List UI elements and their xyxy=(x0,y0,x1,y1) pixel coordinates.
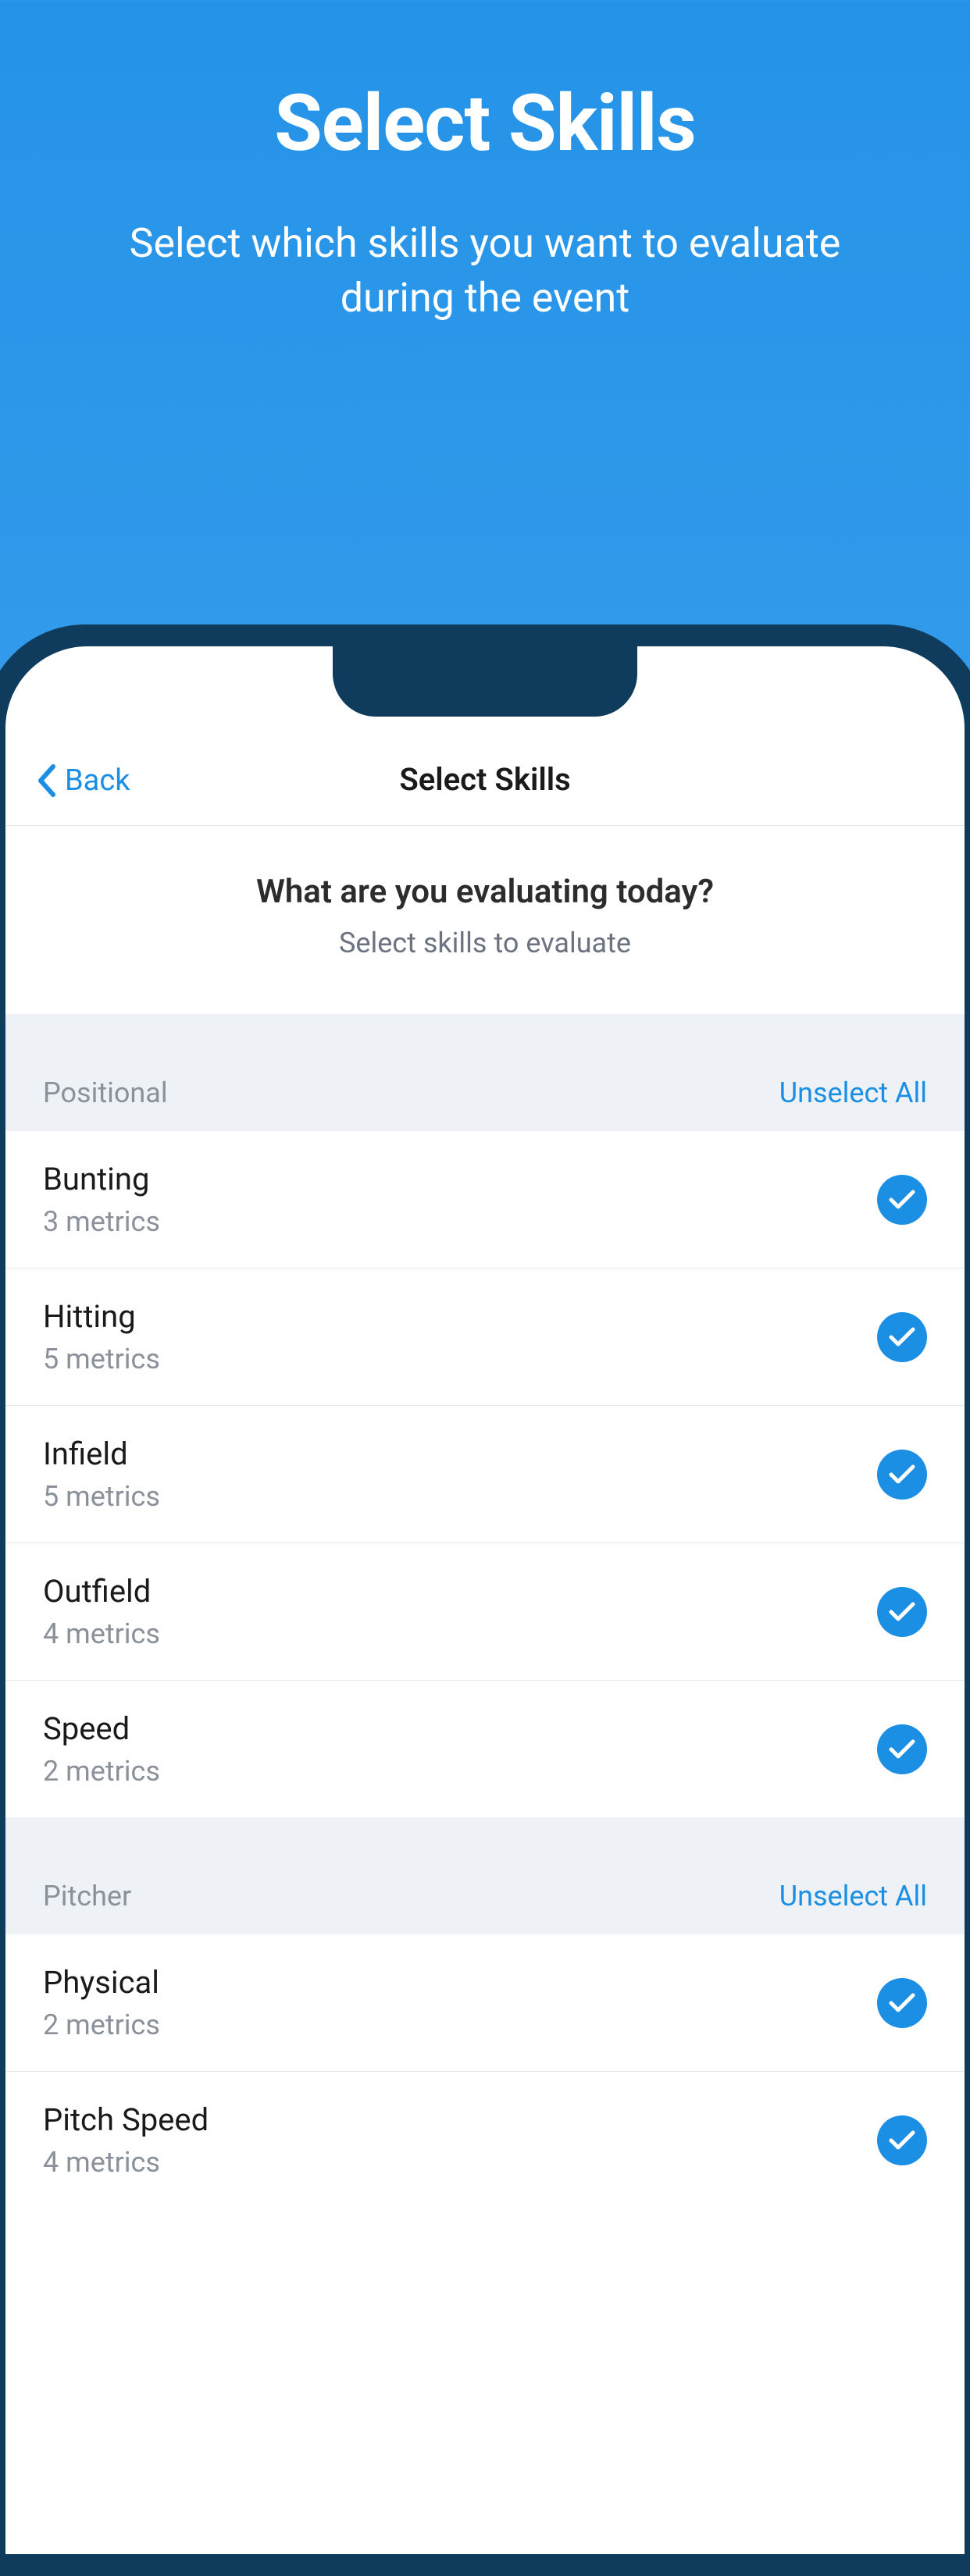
skill-metrics: 4 metrics xyxy=(43,2146,209,2179)
skill-name: Outfield xyxy=(43,1573,160,1610)
skill-metrics: 5 metrics xyxy=(43,1343,160,1375)
phone-frame: Back Select Skills What are you evaluati… xyxy=(0,624,970,2576)
skill-metrics: 2 metrics xyxy=(43,1755,160,1788)
phone-notch xyxy=(333,646,637,717)
skill-metrics: 5 metrics xyxy=(43,1480,160,1513)
skill-row[interactable]: Physical 2 metrics xyxy=(5,1934,965,2072)
check-icon xyxy=(889,1993,915,2013)
skill-info: Infield 5 metrics xyxy=(43,1436,160,1513)
question-subtitle: Select skills to evaluate xyxy=(37,927,933,959)
promo-subtitle: Select which skills you want to evaluate… xyxy=(0,216,970,326)
back-button[interactable]: Back xyxy=(37,763,130,798)
skill-name: Speed xyxy=(43,1710,160,1747)
check-circle[interactable] xyxy=(877,2115,927,2165)
section-title: Positional xyxy=(43,1076,168,1109)
skill-name: Hitting xyxy=(43,1298,160,1335)
back-label: Back xyxy=(65,763,130,798)
skill-metrics: 2 metrics xyxy=(43,2008,160,2041)
skill-info: Hitting 5 metrics xyxy=(43,1298,160,1375)
skill-name: Physical xyxy=(43,1964,160,2001)
check-circle[interactable] xyxy=(877,1724,927,1774)
sections-container: Positional Unselect All Bunting 3 metrics Hi… xyxy=(5,1014,965,2208)
skill-info: Physical 2 metrics xyxy=(43,1964,160,2041)
section-header: Pitcher Unselect All xyxy=(5,1817,965,1934)
skill-row[interactable]: Speed 2 metrics xyxy=(5,1681,965,1817)
nav-title: Select Skills xyxy=(399,761,570,798)
check-icon xyxy=(889,1190,915,1210)
skill-row[interactable]: Outfield 4 metrics xyxy=(5,1543,965,1681)
check-icon xyxy=(889,1327,915,1347)
phone-screen: Back Select Skills What are you evaluati… xyxy=(5,646,965,2554)
skill-info: Outfield 4 metrics xyxy=(43,1573,160,1650)
skill-list: Bunting 3 metrics Hitting 5 metrics Infield 5… xyxy=(5,1131,965,1817)
skill-row[interactable]: Infield 5 metrics xyxy=(5,1406,965,1543)
chevron-left-icon xyxy=(37,764,55,797)
question-title: What are you evaluating today? xyxy=(37,873,933,911)
check-circle[interactable] xyxy=(877,1587,927,1637)
skill-row[interactable]: Hitting 5 metrics xyxy=(5,1268,965,1406)
skill-metrics: 3 metrics xyxy=(43,1205,160,1238)
check-icon xyxy=(889,1464,915,1485)
skill-info: Speed 2 metrics xyxy=(43,1710,160,1788)
check-icon xyxy=(889,1739,915,1759)
promo-title: Select Skills xyxy=(0,78,970,169)
section-header: Positional Unselect All xyxy=(5,1014,965,1131)
skill-info: Pitch Speed 4 metrics xyxy=(43,2101,209,2179)
skill-info: Bunting 3 metrics xyxy=(43,1161,160,1238)
skill-row[interactable]: Pitch Speed 4 metrics xyxy=(5,2072,965,2208)
question-section: What are you evaluating today? Select sk… xyxy=(5,826,965,1014)
section-title: Pitcher xyxy=(43,1880,131,1912)
skill-list: Physical 2 metrics Pitch Speed 4 metrics xyxy=(5,1934,965,2208)
check-circle[interactable] xyxy=(877,1312,927,1362)
unselect-all-button[interactable]: Unselect All xyxy=(779,1076,927,1109)
skill-row[interactable]: Bunting 3 metrics xyxy=(5,1131,965,1268)
skill-metrics: 4 metrics xyxy=(43,1617,160,1650)
check-circle[interactable] xyxy=(877,1450,927,1500)
check-icon xyxy=(889,1602,915,1622)
check-circle[interactable] xyxy=(877,1175,927,1225)
check-circle[interactable] xyxy=(877,1978,927,2028)
check-icon xyxy=(889,2130,915,2151)
skill-name: Infield xyxy=(43,1436,160,1472)
skill-name: Pitch Speed xyxy=(43,2101,209,2138)
skill-name: Bunting xyxy=(43,1161,160,1197)
unselect-all-button[interactable]: Unselect All xyxy=(779,1880,927,1912)
